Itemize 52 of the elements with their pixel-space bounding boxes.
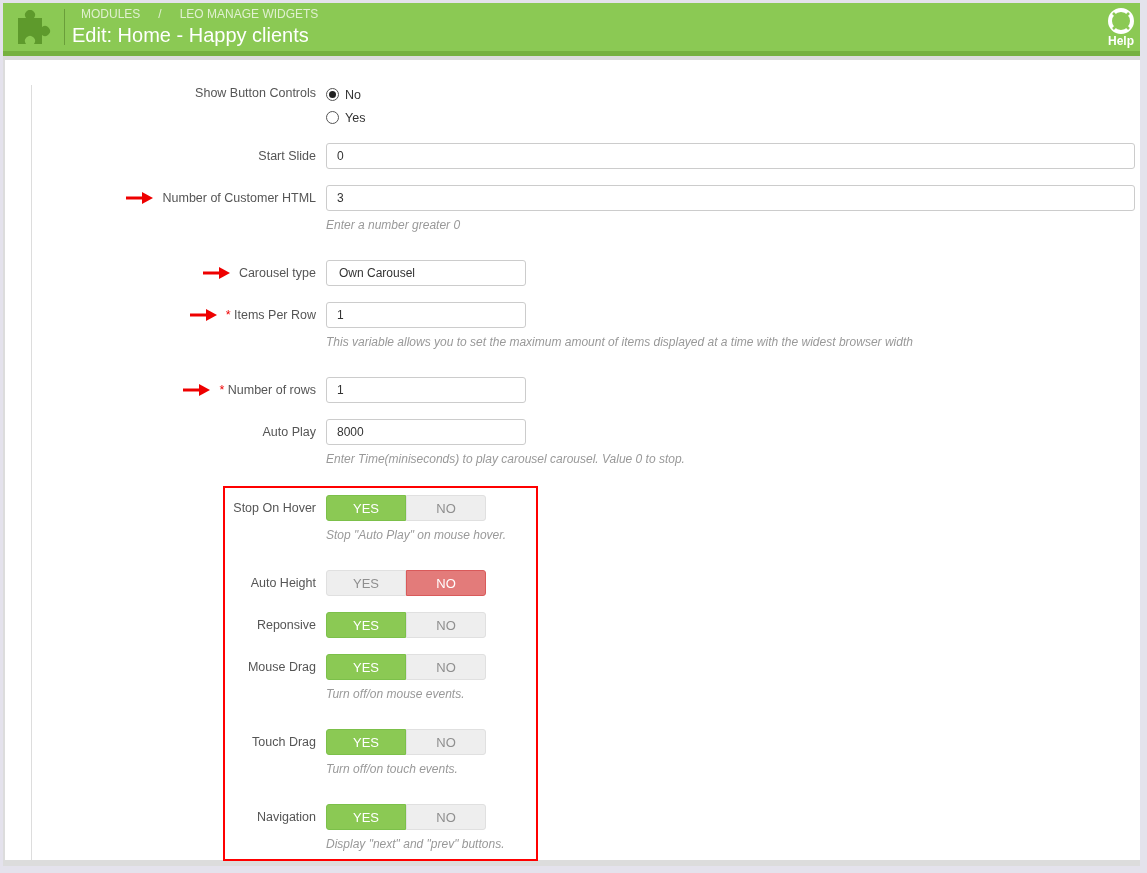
field-label: Navigation <box>256 810 316 824</box>
breadcrumb-link[interactable]: LEO MANAGE WIDGETS <box>179 7 319 21</box>
arrow-icon <box>202 266 231 280</box>
toggle-option[interactable]: YES <box>326 804 406 830</box>
text-input[interactable]: 3 <box>326 185 1135 211</box>
toggle-option[interactable]: YES <box>326 570 406 596</box>
help-text: Turn off/on mouse events. <box>326 686 466 703</box>
field-label: Stop On Hover <box>233 501 316 515</box>
field-label: Reponsive <box>256 618 316 632</box>
toggle-option[interactable]: NO <box>406 612 486 638</box>
field-label: Mouse Drag <box>247 660 316 674</box>
field-label: Auto Play <box>262 425 316 439</box>
help-text: Stop "Auto Play" on mouse hover. <box>326 527 508 544</box>
help-text: Enter a number greater 0 <box>326 217 462 234</box>
text-input[interactable]: 1 <box>326 377 526 403</box>
text-input[interactable]: 1 <box>326 302 526 328</box>
toggle-option[interactable]: NO <box>406 729 486 755</box>
option-label[interactable]: No <box>345 87 361 102</box>
field-label: Carousel type <box>238 266 316 280</box>
help-button[interactable]: Help <box>1108 3 1140 51</box>
toggle-option[interactable]: YES <box>326 654 406 680</box>
arrow-icon <box>126 191 155 205</box>
toggle-option[interactable]: NO <box>406 495 486 521</box>
text-input[interactable]: 0 <box>326 143 1135 169</box>
help-text: Enter Time(miniseconds) to play carousel carousel. Value 0 to stop. <box>326 451 686 468</box>
arrow-icon <box>183 383 212 397</box>
field-label: * Items Per Row <box>225 308 316 322</box>
page-title: Edit: Home - Happy clients <box>72 24 310 47</box>
toggle-option[interactable]: YES <box>326 612 406 638</box>
field-label: Start Slide <box>258 149 316 163</box>
field-label: Auto Height <box>250 576 316 590</box>
breadcrumb-link[interactable]: MODULES <box>81 7 141 21</box>
toggle-option[interactable]: NO <box>406 654 486 680</box>
field-label: Number of Customer HTML <box>162 191 316 205</box>
help-text: Turn off/on touch events. <box>326 761 459 778</box>
field-label: Touch Drag <box>252 735 316 749</box>
toggle-option[interactable]: YES <box>326 495 406 521</box>
field-label: * Number of rows <box>219 383 316 397</box>
text-input[interactable]: 8000 <box>326 419 526 445</box>
select-field[interactable]: Own Carousel <box>326 260 526 286</box>
arrow-icon <box>189 308 218 322</box>
radio-button[interactable] <box>326 111 339 124</box>
breadcrumb-separator: / <box>158 7 162 21</box>
help-text: Display "next" and "prev" buttons. <box>326 836 506 853</box>
radio-button[interactable] <box>326 88 339 101</box>
toggle-option[interactable]: NO <box>406 804 486 830</box>
toggle-option[interactable]: YES <box>326 729 406 755</box>
lifebuoy-icon <box>1108 8 1134 34</box>
help-text: This variable allows you to set the maximum amount of items displayed at a time with the widest browser width <box>326 334 914 351</box>
toggle-option[interactable]: NO <box>406 570 486 596</box>
option-label[interactable]: Yes <box>345 110 366 125</box>
field-label: Show Button Controls <box>195 85 316 100</box>
